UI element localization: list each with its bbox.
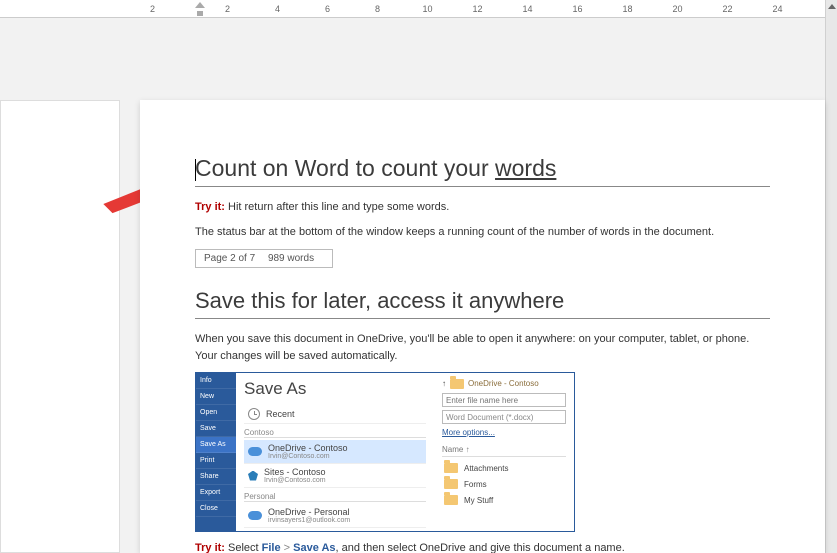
group-contoso: Contoso [244,428,426,438]
vertical-scrollbar[interactable] [825,0,837,553]
backstage-item-open: Open [196,405,236,421]
saveas-link: Save As [293,542,335,553]
location-recent: Recent [244,405,426,424]
status-bar-example: Page 2 of 7 989 words [195,249,333,268]
filename-input [442,393,566,407]
file-link: File [262,542,281,553]
onedrive-icon [248,511,262,520]
backstage-item-export: Export [196,485,236,501]
saveas-locations: Save As Recent Contoso OneDrive - Contos… [236,373,434,531]
name-column-header: Name ↑ [442,445,566,457]
backstage-item-share: Share [196,469,236,485]
scroll-up-icon[interactable] [828,4,836,9]
folder-row: Attachments [442,460,566,476]
backstage-item-info: Info [196,373,236,389]
ruler-tick: 2 [140,4,165,14]
ruler-tick: 12 [465,4,490,14]
backstage-item-save-as: Save As [196,437,236,453]
location-sites-contoso: Sites - ContosoIrvin@Contoso.com [244,464,426,488]
text-cursor [195,159,196,181]
tryit-line-2[interactable]: Try it: Select File > Save As, and then … [195,540,770,553]
breadcrumb: ↑OneDrive - Contoso [442,379,566,389]
folder-row: Forms [442,476,566,492]
ruler-tick: 18 [615,4,640,14]
ruler-tick: 6 [315,4,340,14]
sharepoint-icon [248,471,258,481]
tryit-label: Try it: [195,542,225,553]
filetype-input [442,410,566,424]
document-page[interactable]: Count on Word to count your words Try it… [140,100,825,553]
tryit-line-1[interactable]: Try it: Hit return after this line and t… [195,199,770,216]
folder-icon [444,479,458,489]
ruler-tick: 14 [515,4,540,14]
ruler-tick: 24 [765,4,790,14]
clock-icon [248,408,260,420]
save-intro[interactable]: When you save this document in OneDrive,… [195,331,770,364]
heading-save-later[interactable]: Save this for later, access it anywhere [195,288,770,319]
status-words: 989 words [268,253,314,264]
location-onedrive-personal: OneDrive - Personalirvinsayers1@outlook.… [244,504,426,528]
backstage-item-save: Save [196,421,236,437]
backstage-item-new: New [196,389,236,405]
onedrive-icon [248,447,262,456]
folder-icon [450,379,464,389]
tryit-label: Try it: [195,201,225,213]
tryit-post: , and then select OneDrive and give this… [336,542,625,553]
ruler-tick: 8 [365,4,390,14]
ruler-tick: 2 [215,4,240,14]
more-options-link: More options... [442,428,495,437]
backstage-menu: InfoNewOpenSaveSave AsPrintShareExportCl… [196,373,236,531]
horizontal-ruler[interactable]: 224681012141618202224 [0,0,825,18]
ruler-tick: 4 [265,4,290,14]
heading-text: Count on Word to count your [195,155,495,181]
group-personal: Personal [244,492,426,502]
heading-underlined-word: words [495,155,556,181]
ruler-tick: 22 [715,4,740,14]
saveas-title: Save As [244,379,426,399]
indent-marker[interactable] [195,2,205,16]
folder-row: My Stuff [442,492,566,508]
saveas-details: ↑OneDrive - Contoso More options... Name… [434,373,574,531]
ruler-tick: 10 [415,4,440,14]
tryit-pre: Select [225,542,262,553]
tryit-text: Hit return after this line and type some… [225,201,449,213]
ruler-tick: 16 [565,4,590,14]
breadcrumb-sep: > [281,542,294,553]
folder-icon [444,495,458,505]
backstage-item-close: Close [196,501,236,517]
status-page: Page 2 of 7 [204,253,255,264]
status-description[interactable]: The status bar at the bottom of the wind… [195,224,770,241]
heading-count-words[interactable]: Count on Word to count your words [195,155,770,187]
folder-icon [444,463,458,473]
ruler-tick: 20 [665,4,690,14]
saveas-screenshot: InfoNewOpenSaveSave AsPrintShareExportCl… [195,372,575,532]
backstage-item-print: Print [196,453,236,469]
location-onedrive-contoso: OneDrive - ContosoIrvin@Contoso.com [244,440,426,464]
